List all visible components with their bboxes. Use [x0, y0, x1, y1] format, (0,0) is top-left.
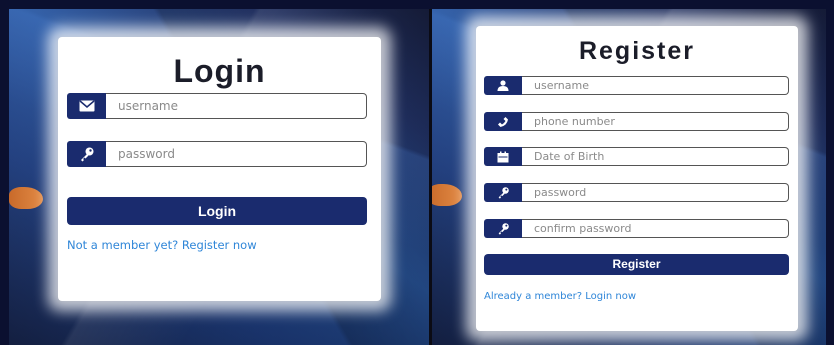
- login-card: Login username password Login Not a memb…: [58, 37, 381, 301]
- login-password-field[interactable]: password: [67, 141, 367, 167]
- background-decoration: [9, 187, 43, 209]
- register-now-link[interactable]: Not a member yet? Register now: [67, 238, 257, 252]
- screenshot-stage: Login username password Login Not a memb…: [0, 0, 834, 345]
- register-card: Register username phone number Date of B…: [476, 26, 798, 331]
- login-password-input[interactable]: password: [106, 141, 367, 167]
- envelope-icon: [67, 93, 106, 119]
- login-title: Login: [173, 53, 266, 89]
- register-confirm-password-field[interactable]: confirm password: [484, 219, 789, 238]
- register-username-input[interactable]: username: [522, 76, 789, 95]
- register-page-background: Register username phone number Date of B…: [432, 9, 826, 345]
- register-button[interactable]: Register: [484, 254, 789, 275]
- key-icon: [484, 183, 522, 202]
- login-page-background: Login username password Login Not a memb…: [9, 9, 429, 345]
- register-dob-field[interactable]: Date of Birth: [484, 147, 789, 166]
- key-icon: [484, 219, 522, 238]
- calendar-icon: [484, 147, 522, 166]
- login-button[interactable]: Login: [67, 197, 367, 225]
- phone-icon: [484, 112, 522, 131]
- register-phone-field[interactable]: phone number: [484, 112, 789, 131]
- register-username-field[interactable]: username: [484, 76, 789, 95]
- register-confirm-password-input[interactable]: confirm password: [522, 219, 789, 238]
- user-icon: [484, 76, 522, 95]
- register-password-field[interactable]: password: [484, 183, 789, 202]
- register-title: Register: [578, 37, 696, 65]
- register-phone-input[interactable]: phone number: [522, 112, 789, 131]
- login-username-field[interactable]: username: [67, 93, 367, 119]
- login-username-input[interactable]: username: [106, 93, 367, 119]
- register-dob-input[interactable]: Date of Birth: [522, 147, 789, 166]
- register-password-input[interactable]: password: [522, 183, 789, 202]
- key-icon: [67, 141, 106, 167]
- background-decoration: [432, 184, 462, 206]
- login-now-link[interactable]: Already a member? Login now: [484, 291, 636, 302]
